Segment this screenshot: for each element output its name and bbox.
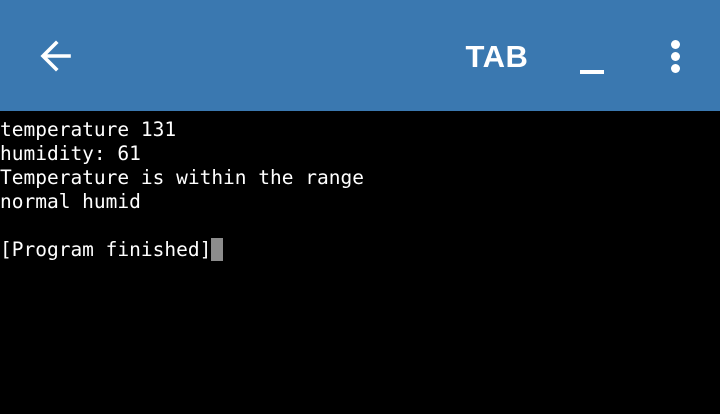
more-options-button[interactable]	[656, 30, 696, 84]
terminal-line-final: [Program finished]	[0, 238, 720, 262]
menu-dot	[671, 52, 680, 61]
menu-dot	[671, 64, 680, 73]
terminal-cursor	[211, 238, 224, 261]
terminal-line: Temperature is within the range	[0, 166, 364, 189]
tab-button[interactable]: TAB	[452, 32, 542, 82]
back-button[interactable]	[26, 30, 86, 82]
terminal-line: normal humid	[0, 190, 141, 213]
terminal-line: temperature 131	[0, 118, 177, 141]
underscore-icon	[580, 70, 604, 74]
top-toolbar: TAB	[0, 0, 720, 111]
program-finished-text: [Program finished]	[0, 238, 212, 261]
termux-app: TAB temperature 131 humidity: 61 Tempera…	[0, 0, 720, 414]
menu-dot	[671, 40, 680, 49]
underscore-button[interactable]	[566, 36, 616, 86]
terminal-output[interactable]: temperature 131 humidity: 61 Temperature…	[0, 111, 720, 414]
arrow-left-icon	[40, 40, 71, 72]
terminal-line: humidity: 61	[0, 142, 141, 165]
